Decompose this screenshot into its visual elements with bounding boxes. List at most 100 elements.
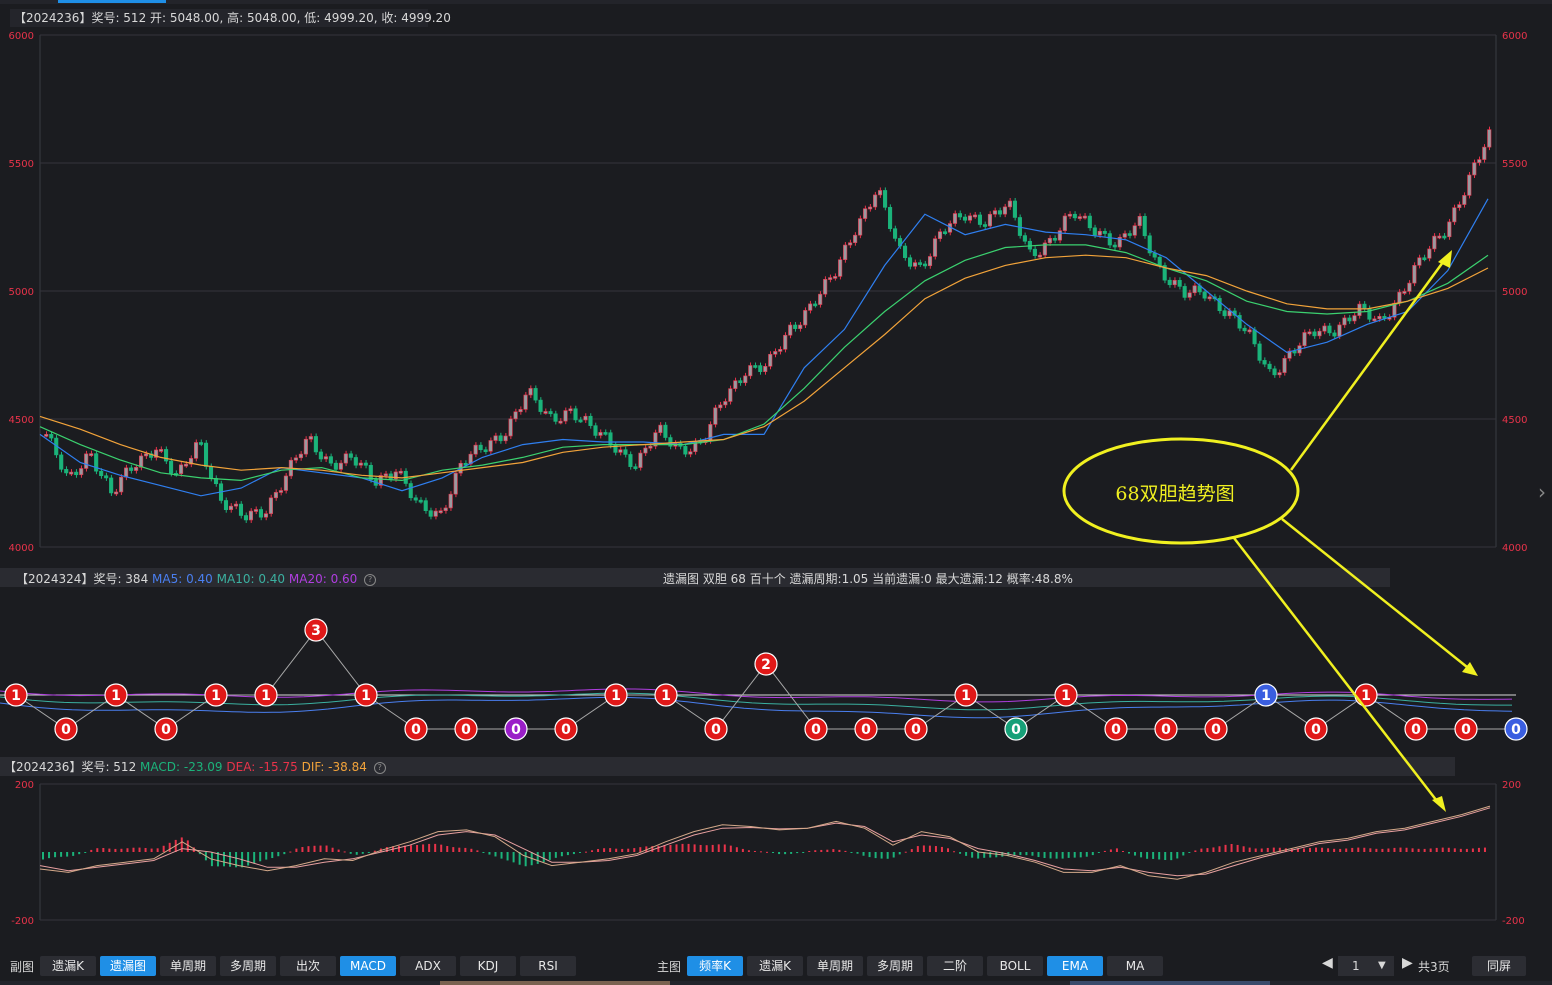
macd-histogram-bar bbox=[1242, 846, 1245, 852]
omission-marker-label: 0 bbox=[811, 722, 821, 738]
page-total: 共3页 bbox=[1418, 960, 1450, 974]
candle bbox=[1202, 291, 1207, 299]
ema-line-1 bbox=[39, 244, 1489, 482]
main-button-single-period[interactable]: 单周期 bbox=[807, 956, 863, 976]
main-button-omission-k[interactable]: 遗漏K bbox=[747, 956, 803, 976]
sub-button-kdj[interactable]: KDJ bbox=[460, 956, 516, 976]
main-button-multi-period[interactable]: 多周期 bbox=[867, 956, 923, 976]
candle bbox=[992, 210, 997, 215]
main-button-ema[interactable]: EMA bbox=[1047, 956, 1103, 976]
candle bbox=[1222, 310, 1227, 317]
macd-histogram-bar bbox=[1128, 852, 1130, 854]
ema-line-0 bbox=[39, 198, 1489, 497]
candle bbox=[193, 442, 199, 459]
macd-histogram-bar bbox=[307, 846, 310, 852]
macd-histogram-bar bbox=[832, 849, 835, 852]
candle bbox=[1357, 303, 1362, 316]
macd-histogram-bar bbox=[349, 852, 352, 854]
chevron-right-icon[interactable]: › bbox=[1538, 480, 1546, 504]
candle bbox=[748, 365, 753, 377]
sub-button-occurrence[interactable]: 出次 bbox=[280, 956, 336, 976]
omission-marker-label: 0 bbox=[1311, 722, 1321, 738]
candle bbox=[1277, 372, 1282, 376]
page-select[interactable]: 1 ▼ bbox=[1338, 956, 1394, 976]
macd-histogram-bar bbox=[1158, 852, 1161, 860]
sub-button-single-period[interactable]: 单周期 bbox=[160, 956, 216, 976]
candle bbox=[528, 388, 533, 396]
prev-page-icon[interactable]: ◀ bbox=[1322, 955, 1333, 971]
macd-histogram-bar bbox=[1369, 848, 1372, 852]
macd-histogram-bar bbox=[953, 851, 956, 853]
macd-histogram-bar bbox=[1477, 847, 1480, 852]
omission-marker-label: 1 bbox=[211, 688, 221, 704]
candle bbox=[433, 510, 438, 517]
candle bbox=[843, 244, 848, 260]
main-button-ma[interactable]: MA bbox=[1107, 956, 1163, 976]
candle bbox=[1337, 324, 1342, 337]
candle bbox=[1087, 215, 1092, 229]
candle bbox=[1052, 237, 1057, 241]
candle bbox=[1447, 221, 1452, 238]
sub-button-omission-chart[interactable]: 遗漏图 bbox=[100, 956, 156, 976]
candle bbox=[1177, 280, 1182, 287]
candle bbox=[688, 451, 693, 455]
fullscreen-button[interactable]: 同屏 bbox=[1472, 956, 1526, 976]
candle bbox=[243, 515, 249, 521]
sub-button-adx[interactable]: ADX bbox=[400, 956, 456, 976]
candle bbox=[59, 454, 64, 470]
macd-histogram-bar bbox=[1085, 852, 1088, 857]
dea-line bbox=[39, 807, 1491, 877]
sub-button-rsi[interactable]: RSI bbox=[520, 956, 576, 976]
macd-histogram-bar bbox=[277, 852, 280, 857]
macd-histogram-bar bbox=[1272, 847, 1275, 852]
candle bbox=[833, 276, 838, 279]
candle bbox=[942, 231, 948, 234]
macd-histogram-bar bbox=[90, 849, 93, 852]
candle bbox=[863, 208, 868, 219]
omission-marker-label: 0 bbox=[61, 722, 71, 738]
candle bbox=[1372, 318, 1377, 322]
sub-button-multi-period[interactable]: 多周期 bbox=[220, 956, 276, 976]
candle bbox=[418, 499, 423, 503]
candle bbox=[203, 442, 209, 467]
macd-histogram-bar bbox=[1417, 848, 1420, 852]
macd-y-tick-left: -200 bbox=[11, 916, 34, 927]
macd-histogram-bar bbox=[1055, 852, 1058, 859]
candle bbox=[1422, 257, 1427, 261]
macd-histogram-bar bbox=[615, 848, 618, 852]
macd-histogram-bar bbox=[259, 852, 262, 862]
main-button-boll[interactable]: BOLL bbox=[987, 956, 1043, 976]
candle bbox=[643, 447, 648, 454]
macd-histogram-bar bbox=[1327, 848, 1330, 852]
candle bbox=[1307, 331, 1312, 335]
macd-histogram-bar bbox=[790, 852, 793, 854]
macd-histogram-bar bbox=[971, 852, 974, 858]
main-button-second-order[interactable]: 二阶 bbox=[927, 956, 983, 976]
candle bbox=[1122, 233, 1127, 238]
candle bbox=[1407, 282, 1412, 292]
macd-histogram-bar bbox=[1302, 848, 1305, 852]
macd-histogram-bar bbox=[464, 847, 467, 852]
candle bbox=[144, 453, 149, 457]
macd-histogram-bar bbox=[1121, 850, 1124, 852]
candle bbox=[1137, 216, 1142, 226]
macd-histogram-bar bbox=[898, 852, 901, 855]
candle bbox=[333, 462, 338, 470]
candle bbox=[553, 413, 558, 422]
sub-button-omission-k[interactable]: 遗漏K bbox=[40, 956, 96, 976]
macd-histogram-bar bbox=[1254, 848, 1257, 852]
macd-histogram-bar bbox=[633, 848, 636, 852]
macd-histogram-bar bbox=[1182, 852, 1185, 856]
macd-histogram-bar bbox=[1375, 848, 1378, 852]
candle bbox=[548, 411, 553, 415]
sub-button-macd[interactable]: MACD bbox=[340, 956, 396, 976]
macd-histogram-bar bbox=[1067, 852, 1070, 858]
macd-histogram-bar bbox=[578, 852, 581, 853]
main-button-frequency-k[interactable]: 频率K bbox=[687, 956, 743, 976]
macd-histogram-bar bbox=[1345, 848, 1348, 852]
candle bbox=[1282, 358, 1287, 373]
macd-histogram-bar bbox=[416, 844, 419, 852]
next-page-icon[interactable]: ▶ bbox=[1402, 955, 1413, 971]
candle bbox=[888, 207, 893, 229]
candle bbox=[1192, 285, 1197, 294]
